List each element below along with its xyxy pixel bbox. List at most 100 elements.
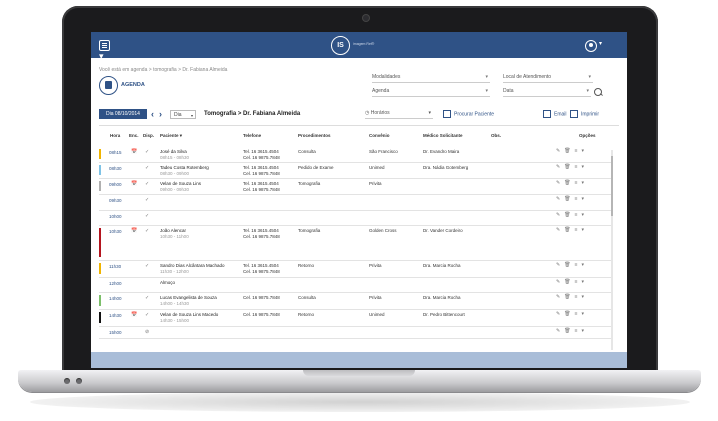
date-button[interactable]: Dia 08/10/2014 (99, 109, 147, 119)
check-icon[interactable]: ✓ (145, 228, 149, 234)
edit-icon[interactable]: ✎ (556, 196, 564, 202)
phone-number: Cel. 16 9875.7848 (243, 312, 280, 317)
edit-icon[interactable]: ✎ (556, 164, 564, 170)
calendar-icon[interactable]: 📅 (131, 312, 137, 318)
trash-icon[interactable]: 🗑 (564, 180, 574, 186)
phone-cell: Tel. 16 3615.4504 Cel. 16 9875.7848 (243, 263, 280, 275)
list-options-icon[interactable]: ≡▾ (575, 180, 588, 186)
edit-icon[interactable]: ✎ (556, 262, 564, 268)
modalidades-select[interactable]: Modalidades ▾ (372, 72, 490, 83)
next-day-icon[interactable]: › (159, 109, 162, 119)
check-icon[interactable]: ✓ (145, 181, 149, 187)
row-time[interactable]: 08h15 (109, 150, 122, 155)
data-select[interactable]: Data ▾ (503, 86, 591, 97)
edit-icon[interactable]: ✎ (556, 328, 564, 334)
list-options-icon[interactable]: ≡▾ (575, 212, 588, 218)
list-options-icon[interactable]: ≡▾ (575, 148, 588, 154)
trash-icon[interactable]: 🗑 (564, 212, 574, 218)
row-time[interactable]: 12h00 (109, 281, 122, 286)
check-icon[interactable]: ✓ (145, 149, 149, 155)
data-label: Data (503, 88, 514, 94)
patient-name[interactable]: Almoço (160, 280, 175, 286)
row-time[interactable]: 09h30 (109, 198, 122, 203)
table-row[interactable]: 09h30 ✓ ✎🗑≡▾ (99, 194, 611, 211)
row-options: ✎🗑≡▾ (556, 227, 588, 233)
user-avatar-icon[interactable] (585, 40, 597, 52)
edit-icon[interactable]: ✎ (556, 294, 564, 300)
list-options-icon[interactable]: ≡▾ (575, 328, 588, 334)
menu-button[interactable]: ▾ (99, 40, 115, 61)
list-options-icon[interactable]: ≡▾ (575, 262, 588, 268)
view-select[interactable]: Dia ▾ (170, 110, 196, 119)
trash-icon[interactable]: 🗑 (564, 196, 574, 202)
trash-icon[interactable]: 🗑 (564, 164, 574, 170)
edit-icon[interactable]: ✎ (556, 279, 564, 285)
camera-icon (363, 15, 369, 21)
table-row[interactable]: 12h00 Almoço ✎🗑≡▾ (99, 277, 611, 293)
trash-icon[interactable]: 🗑 (564, 294, 574, 300)
agenda-select[interactable]: Agenda ▾ (372, 86, 490, 97)
email-button[interactable]: Email (543, 110, 567, 118)
trash-icon[interactable]: 🗑 (564, 227, 574, 233)
table-row[interactable]: 11h30 ✓ Sandro Dias Alcântara Machado 11h30… (99, 260, 611, 278)
list-options-icon[interactable]: ≡▾ (575, 164, 588, 170)
prev-day-icon[interactable]: ‹ (151, 109, 154, 119)
row-options: ✎🗑≡▾ (556, 262, 588, 268)
top-navbar: ▾ IS imagem Rel® ▾ (91, 32, 627, 61)
search-icon[interactable] (594, 88, 602, 96)
row-time[interactable]: 15h00 (109, 330, 122, 335)
table-row[interactable]: 10h00 ✓ ✎🗑≡▾ (99, 210, 611, 226)
row-time[interactable]: 10h00 (109, 214, 122, 219)
row-time[interactable]: 14h30 (109, 313, 122, 318)
app-logo: IS (331, 36, 350, 55)
row-time[interactable]: 08h30 (109, 166, 122, 171)
trash-icon[interactable]: 🗑 (564, 328, 574, 334)
column-header[interactable]: Paciente ▾ (160, 133, 182, 139)
list-options-icon[interactable]: ≡▾ (575, 227, 588, 233)
table-row[interactable]: 15h00 ⊘ ✎🗑≡▾ (99, 326, 611, 339)
list-options-icon[interactable]: ≡▾ (575, 311, 588, 317)
edit-icon[interactable]: ✎ (556, 212, 564, 218)
scrollbar-thumb[interactable] (611, 156, 613, 216)
check-icon[interactable]: ✓ (145, 197, 149, 203)
calendar-icon[interactable]: 📅 (131, 149, 137, 155)
phone-cell: Tel. 16 3615.4504 Cel. 16 9875.7848 (243, 228, 280, 240)
row-time[interactable]: 10h30 (109, 229, 122, 234)
table-row[interactable]: 08h30 ✓ Tadeu Costa Rotemberg 08h30 - 09h00… (99, 162, 611, 179)
edit-icon[interactable]: ✎ (556, 311, 564, 317)
table-row[interactable]: 09h00 📅 ✓ Velan de Souza Lins 09h00 - 09h30 T… (99, 178, 611, 195)
check-icon[interactable]: ⊘ (145, 329, 149, 335)
footer-band (91, 352, 627, 368)
trash-icon[interactable]: 🗑 (564, 148, 574, 154)
trash-icon[interactable]: 🗑 (564, 311, 574, 317)
check-icon[interactable]: ✓ (145, 213, 149, 219)
check-icon[interactable]: ✓ (145, 263, 149, 269)
check-icon[interactable]: ✓ (145, 295, 149, 301)
procedure-cell: Consulta (298, 295, 316, 300)
edit-icon[interactable]: ✎ (556, 148, 564, 154)
calendar-icon[interactable]: 📅 (131, 181, 137, 187)
trash-icon[interactable]: 🗑 (564, 262, 574, 268)
check-icon[interactable]: ✓ (145, 165, 149, 171)
list-options-icon[interactable]: ≡▾ (575, 279, 588, 285)
trash-icon[interactable]: 🗑 (564, 279, 574, 285)
horarios-select[interactable]: ◷ Horários ▾ (365, 109, 433, 119)
calendar-icon[interactable]: 📅 (131, 228, 137, 234)
row-time[interactable]: 11h30 (109, 264, 121, 269)
table-row[interactable]: 14h30 📅 ✓ Velan de Souza Lins Macedo 14h30 -… (99, 309, 611, 327)
edit-icon[interactable]: ✎ (556, 180, 564, 186)
table-row[interactable]: 14h00 ✓ Lucas Evangelista de Souza 14h00 - … (99, 292, 611, 310)
page-title: AGENDA (121, 82, 145, 88)
row-time[interactable]: 14h00 (109, 296, 122, 301)
table-row[interactable]: 08h15 📅 ✓ José da Silva 08h15 - 08h30 Tel. 16… (99, 146, 611, 163)
edit-icon[interactable]: ✎ (556, 227, 564, 233)
table-row[interactable]: 10h30 📅 ✓ João Alencar 10h30 - 11h00 Tel. 16 … (99, 225, 611, 261)
print-button[interactable]: Imprimir (570, 110, 599, 118)
list-options-icon[interactable]: ≡▾ (575, 294, 588, 300)
check-icon[interactable]: ✓ (145, 312, 149, 318)
row-time[interactable]: 09h00 (109, 182, 122, 187)
find-patient-button[interactable]: Procurar Paciente (443, 110, 494, 118)
chevron-down-icon[interactable]: ▾ (599, 40, 602, 47)
list-options-icon[interactable]: ≡▾ (575, 196, 588, 202)
local-select[interactable]: Local de Atendimento ▾ (503, 72, 593, 83)
